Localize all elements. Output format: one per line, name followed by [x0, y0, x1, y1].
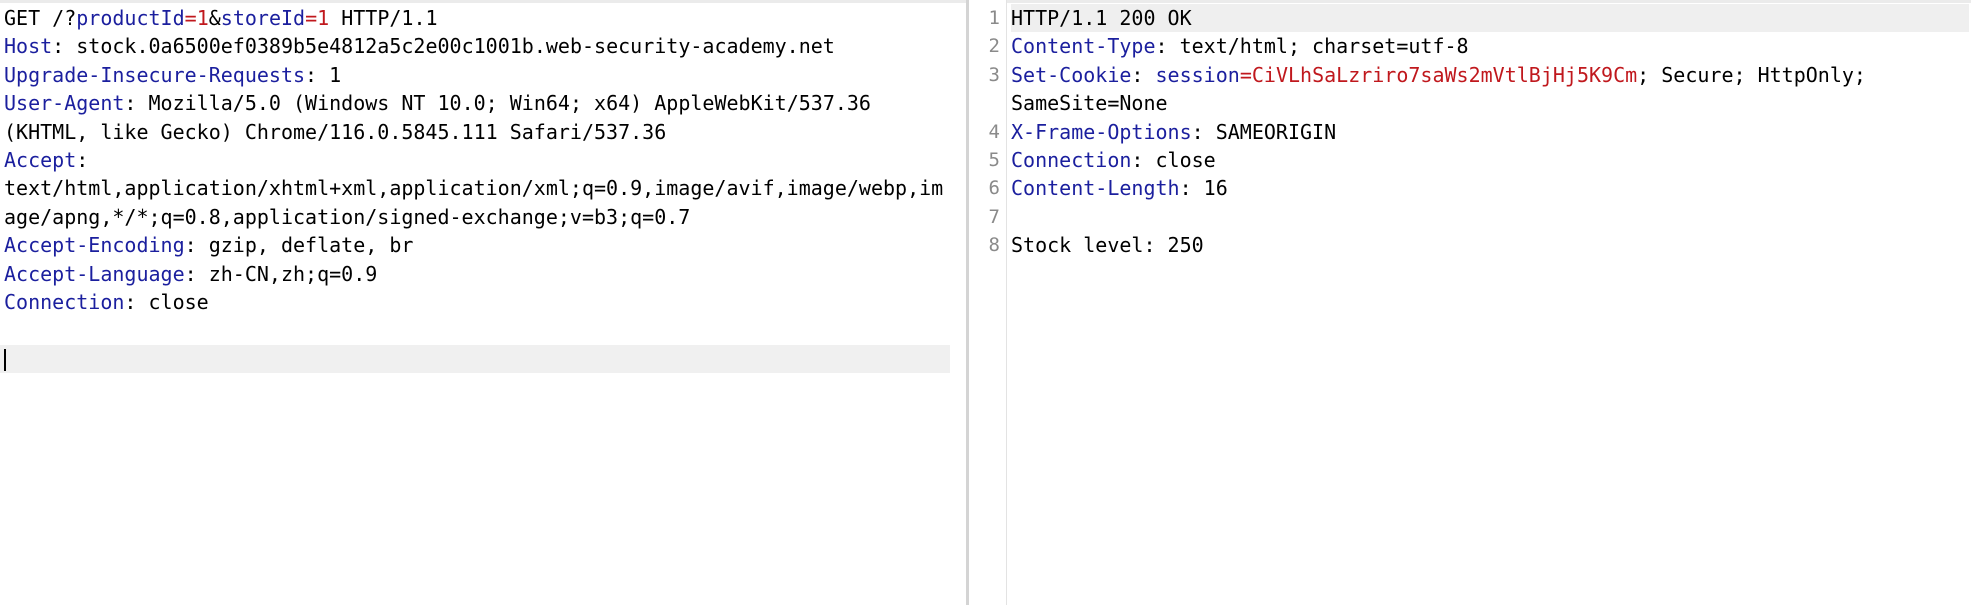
- header-sep: :: [76, 147, 89, 172]
- header-sep: :: [184, 233, 209, 258]
- request-line: GET /?productId=1&storeId=1 HTTP/1.1: [0, 4, 966, 32]
- header-name: Upgrade-Insecure-Requests: [4, 62, 306, 87]
- header-sep: :: [1155, 34, 1180, 59]
- cookie-value: CiVLhSaLzriro7saWs2mVtlBjHj5K9Cm: [1251, 62, 1638, 87]
- response-pane-top-border: [969, 0, 1971, 3]
- header-sep: :: [52, 34, 77, 59]
- header-name: Connection: [1011, 148, 1132, 173]
- request-pane-top-border: [0, 0, 966, 3]
- header-accept-continuation-2: age/apng,*/*;q=0.8,application/signed-ex…: [0, 203, 966, 231]
- header-sep: :: [124, 91, 149, 116]
- header-name: Accept-Encoding: [4, 233, 185, 258]
- header-value: close: [148, 289, 209, 314]
- header-user-agent: User-Agent: Mozilla/5.0 (Windows NT 10.0…: [0, 89, 966, 117]
- header-name: Accept: [4, 147, 77, 172]
- line-number: 6: [988, 177, 1000, 200]
- header-accept-continuation: text/html,application/xhtml+xml,applicat…: [0, 174, 966, 202]
- header-host: Host: stock.0a6500ef0389b5e4812a5c2e00c1…: [0, 32, 966, 60]
- header-name: Content-Length: [1011, 176, 1180, 201]
- header-sep: :: [1131, 148, 1156, 173]
- header-name: Connection: [4, 289, 125, 314]
- active-caret-line[interactable]: [0, 344, 950, 374]
- header-name: X-Frame-Options: [1011, 119, 1192, 144]
- line-number: 3: [988, 63, 1000, 86]
- header-value: (KHTML, like Gecko) Chrome/116.0.5845.11…: [4, 119, 667, 144]
- line-number-gutter: 1 2 3 4 5 6 7 8: [969, 0, 1007, 605]
- empty-line: [0, 316, 966, 344]
- line-number: 5: [988, 148, 1000, 171]
- header-name: Content-Type: [1011, 34, 1156, 59]
- header-value: 16: [1203, 176, 1228, 201]
- header-value: close: [1155, 148, 1216, 173]
- response-header-set-cookie: Set-Cookie: session=CiVLhSaLzriro7saWs2m…: [1011, 61, 1911, 118]
- param-eq: =: [184, 6, 197, 30]
- header-value: 1: [329, 62, 342, 87]
- cookie-name: session: [1155, 62, 1240, 87]
- response-header-content-type: Content-Type: text/html; charset=utf-8: [1011, 32, 1971, 60]
- param-separator: &: [208, 6, 221, 30]
- param-value-productid: 1: [196, 6, 209, 30]
- response-body: Stock level: 250: [1011, 233, 1204, 258]
- text-caret: [4, 348, 6, 371]
- header-name: Accept-Language: [4, 261, 185, 286]
- line-number: 7: [988, 205, 1000, 228]
- header-accept: Accept:: [0, 146, 966, 174]
- param-name-productid: productId: [76, 6, 185, 30]
- header-name: Host: [4, 34, 53, 59]
- status-line: HTTP/1.1 200 OK: [1011, 4, 1969, 33]
- line-number: 2: [988, 35, 1000, 58]
- header-value: zh-CN,zh;q=0.9: [208, 261, 378, 286]
- header-accept-language: Accept-Language: zh-CN,zh;q=0.9: [0, 260, 966, 288]
- request-path: /?: [52, 6, 77, 30]
- header-name: User-Agent: [4, 91, 125, 116]
- header-sep: :: [1131, 62, 1156, 87]
- param-value-storeid: 1: [317, 6, 330, 30]
- param-name-storeid: storeId: [220, 6, 306, 30]
- response-header-connection: Connection: close: [1011, 146, 1971, 174]
- request-version: HTTP/1.1: [329, 6, 438, 30]
- request-method: GET: [4, 6, 41, 30]
- request-editor[interactable]: GET /?productId=1&storeId=1 HTTP/1.1 Hos…: [0, 0, 966, 605]
- response-header-content-length: Content-Length: 16: [1011, 174, 1971, 202]
- response-text[interactable]: HTTP/1.1 200 OK Content-Type: text/html;…: [1011, 4, 1971, 260]
- response-blank-line: [1011, 203, 1971, 231]
- header-sep: :: [1179, 176, 1204, 201]
- header-name: Set-Cookie: [1011, 62, 1132, 87]
- header-value: text/html,application/xhtml+xml,applicat…: [4, 176, 944, 201]
- header-sep: :: [184, 261, 209, 286]
- header-upgrade-insecure-requests: Upgrade-Insecure-Requests: 1: [0, 61, 966, 89]
- header-accept-encoding: Accept-Encoding: gzip, deflate, br: [0, 231, 966, 259]
- line-number: 4: [988, 120, 1000, 143]
- header-value: gzip, deflate, br: [208, 233, 414, 258]
- header-user-agent-continuation: (KHTML, like Gecko) Chrome/116.0.5845.11…: [0, 118, 966, 146]
- request-text[interactable]: GET /?productId=1&storeId=1 HTTP/1.1 Hos…: [0, 4, 966, 374]
- header-value: age/apng,*/*;q=0.8,application/signed-ex…: [4, 204, 691, 229]
- line-number: 8: [988, 234, 1000, 257]
- header-sep: :: [124, 289, 149, 314]
- header-value: text/html; charset=utf-8: [1179, 34, 1469, 59]
- line-number-spacer: [969, 89, 1006, 117]
- header-connection: Connection: close: [0, 288, 966, 316]
- cookie-eq: =: [1239, 62, 1252, 87]
- line-number: 1: [988, 7, 1000, 29]
- header-value: Mozilla/5.0 (Windows NT 10.0; Win64; x64…: [148, 91, 871, 116]
- header-sep: :: [1191, 119, 1216, 144]
- header-value: SAMEORIGIN: [1215, 119, 1337, 144]
- param-eq: =: [305, 6, 318, 30]
- response-header-x-frame-options: X-Frame-Options: SAMEORIGIN: [1011, 118, 1971, 146]
- header-sep: :: [305, 62, 330, 87]
- response-viewer[interactable]: 1 2 3 4 5 6 7 8 HTTP/1.1 200 OK Content-…: [969, 0, 1971, 605]
- header-value: stock.0a6500ef0389b5e4812a5c2e00c1001b.w…: [76, 34, 835, 59]
